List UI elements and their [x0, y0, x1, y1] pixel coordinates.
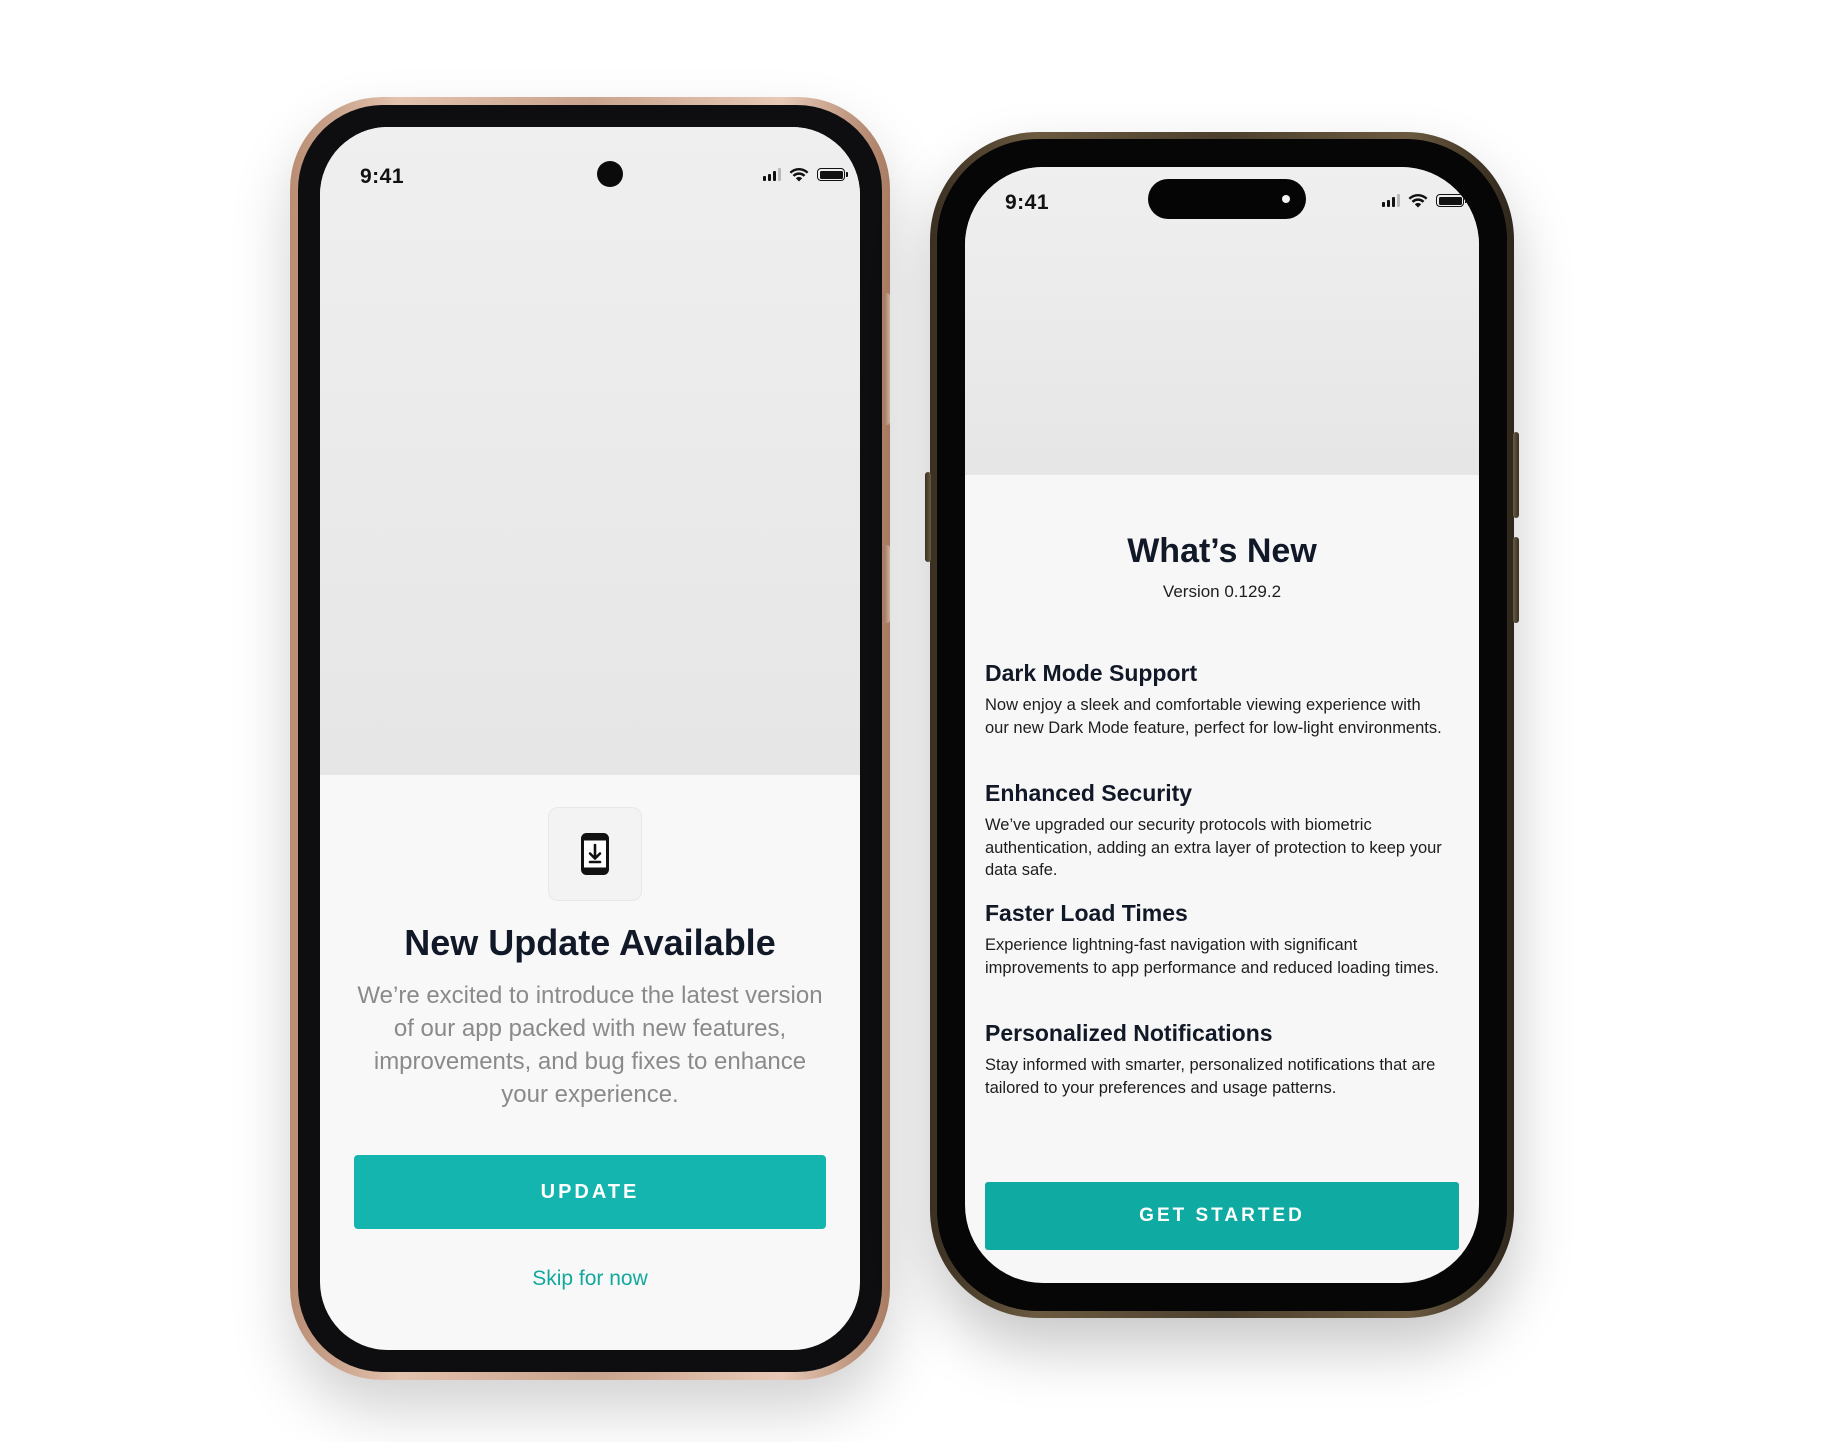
phone-bezel: 9:41 What’s New Version 0.129.2 Dark Mod…	[937, 139, 1507, 1311]
status-icons	[1382, 193, 1467, 208]
feature-item: Dark Mode Support Now enjoy a sleek and …	[985, 660, 1449, 739]
whats-new-title: What’s New	[1127, 532, 1317, 570]
volume-button	[925, 472, 931, 562]
android-phone-frame: 9:41 New Update Available We’re excited …	[290, 97, 890, 1380]
feature-description: Experience lightning-fast navigation wit…	[985, 936, 1439, 977]
dynamic-island	[1148, 179, 1306, 219]
battery-icon	[817, 168, 848, 181]
status-icons	[763, 167, 848, 182]
update-button[interactable]: UPDATE	[354, 1155, 826, 1229]
update-description: We’re excited to introduce the latest ve…	[357, 982, 823, 1108]
feature-title: Personalized Notifications	[985, 1020, 1273, 1046]
signal-icon	[1382, 194, 1400, 207]
status-time: 9:41	[1005, 191, 1050, 214]
feature-item: Enhanced Security We’ve upgraded our sec…	[985, 780, 1449, 882]
wifi-icon	[789, 167, 809, 182]
signal-icon	[763, 168, 781, 181]
feature-title: Dark Mode Support	[985, 660, 1198, 686]
side-button	[1513, 537, 1519, 623]
feature-description: Now enjoy a sleek and comfortable viewin…	[985, 696, 1442, 737]
feature-description: We’ve upgraded our security protocols wi…	[985, 816, 1442, 879]
iphone-frame: 9:41 What’s New Version 0.129.2 Dark Mod…	[925, 132, 1519, 1318]
mockup-canvas: 9:41 New Update Available We’re excited …	[0, 0, 1841, 1442]
feature-title: Faster Load Times	[985, 900, 1188, 926]
feature-title: Enhanced Security	[985, 780, 1193, 806]
feature-item: Faster Load Times Experience lightning-f…	[985, 900, 1449, 979]
version-label: Version 0.129.2	[1162, 582, 1282, 601]
power-button	[884, 545, 890, 623]
update-title: New Update Available	[404, 922, 776, 963]
get-started-button[interactable]: GET STARTED	[985, 1182, 1459, 1250]
feature-description: Stay informed with smarter, personalized…	[985, 1056, 1436, 1097]
feature-item: Personalized Notifications Stay informed…	[985, 1020, 1449, 1099]
phone-bezel: 9:41 New Update Available We’re excited …	[298, 105, 882, 1372]
battery-icon	[1436, 194, 1467, 207]
wifi-icon	[1408, 193, 1428, 208]
phone-download-icon	[548, 807, 642, 901]
front-camera	[597, 161, 623, 187]
hero-image-placeholder	[320, 127, 860, 775]
whats-new-screen: 9:41 What’s New Version 0.129.2 Dark Mod…	[965, 167, 1479, 1283]
update-screen: 9:41 New Update Available We’re excited …	[320, 127, 860, 1350]
power-button	[1513, 432, 1519, 518]
status-time: 9:41	[360, 165, 405, 188]
skip-for-now-link[interactable]: Skip for now	[320, 1267, 860, 1291]
volume-button	[884, 293, 890, 425]
